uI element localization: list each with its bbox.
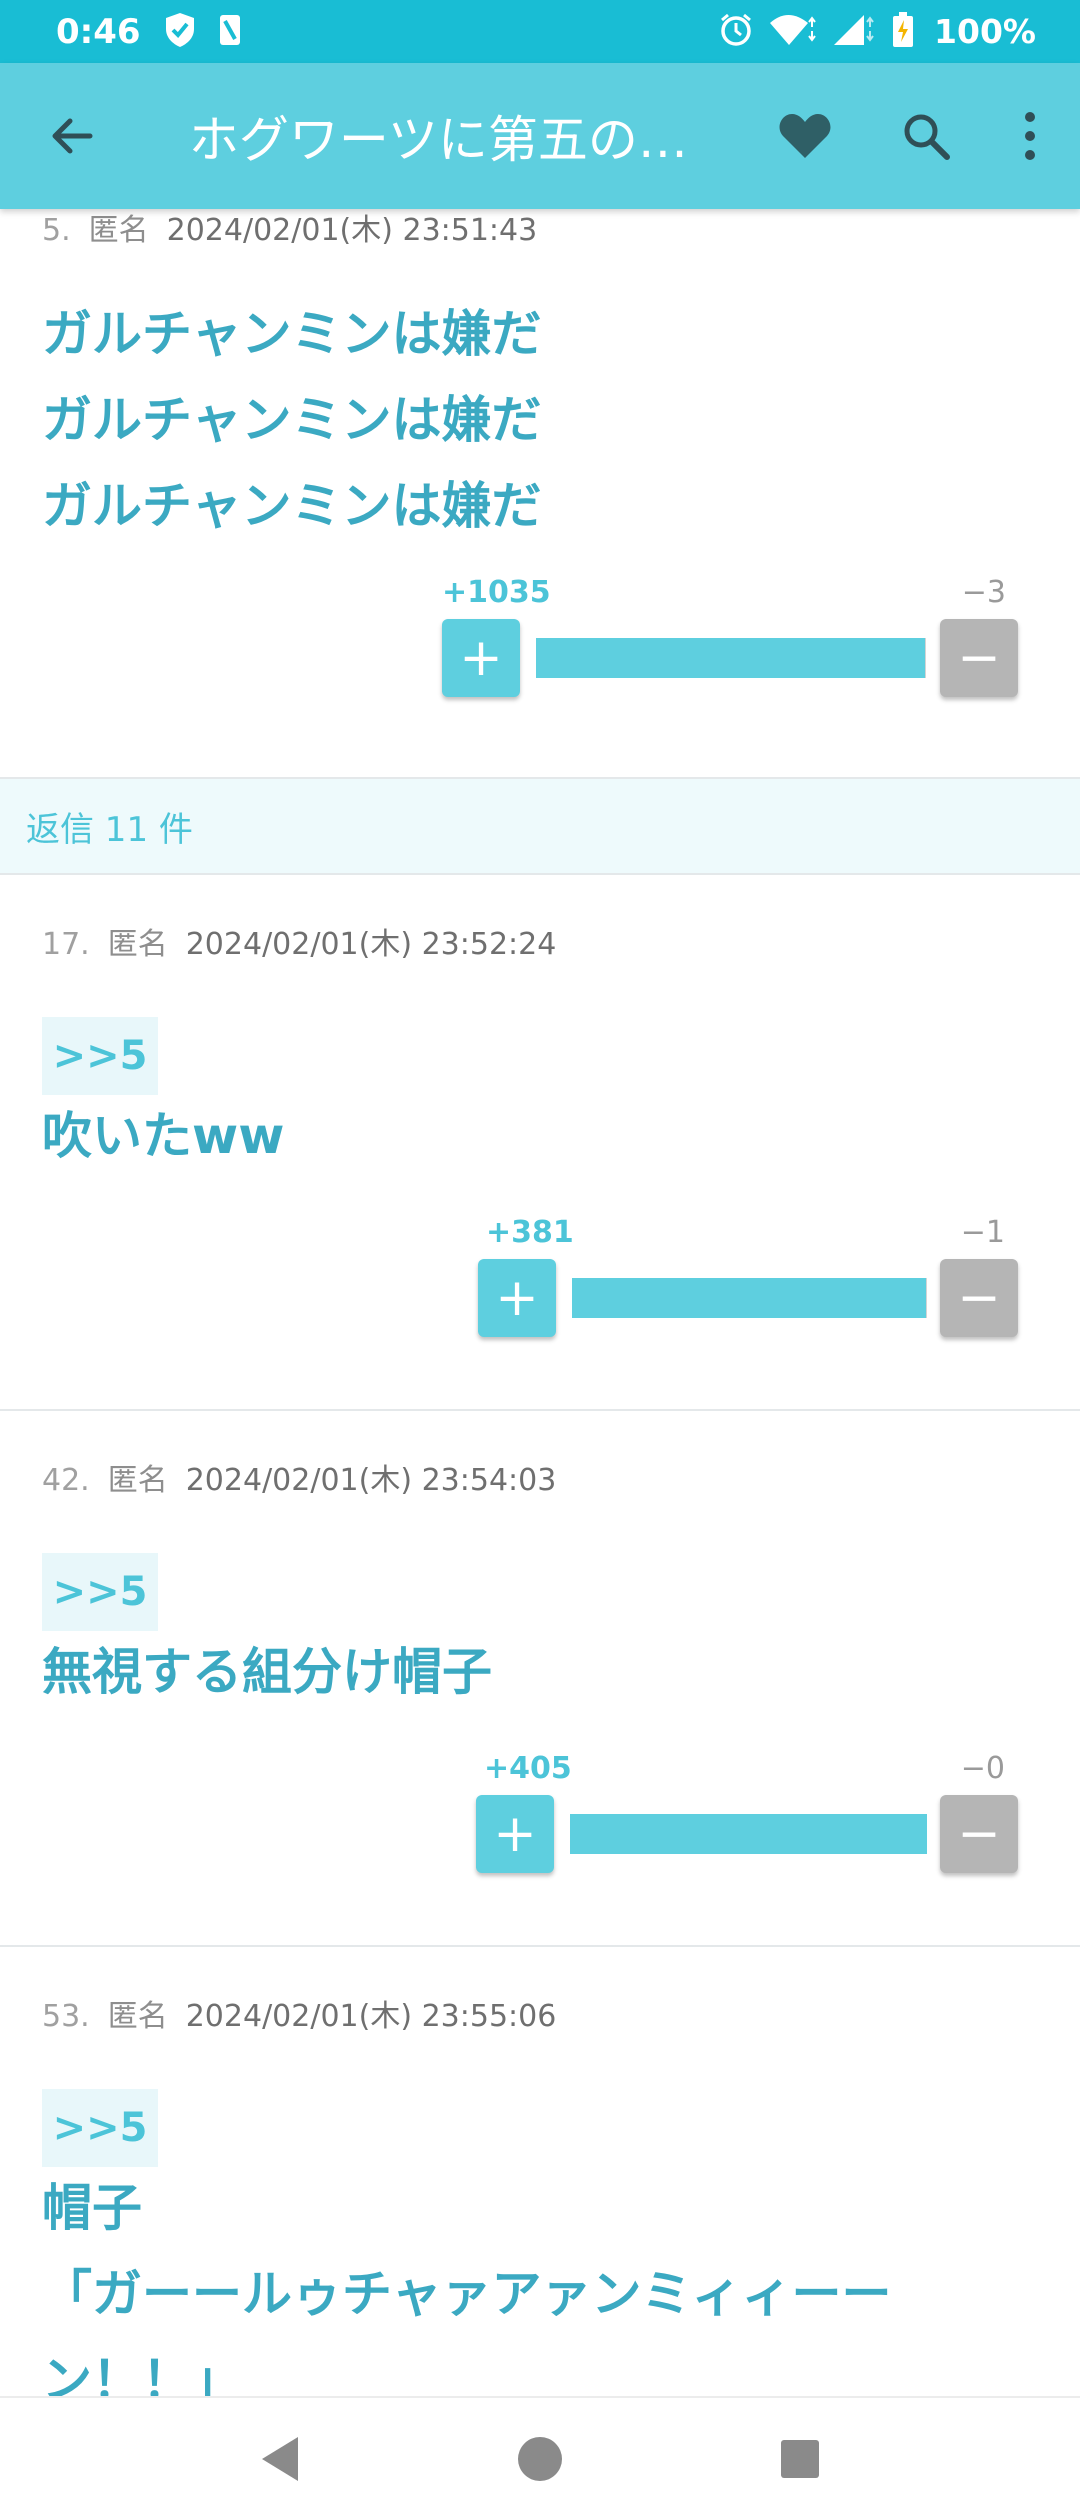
vote-bar: [536, 638, 926, 678]
favorite-button[interactable]: [751, 63, 860, 209]
minus-count: −1: [960, 1215, 1005, 1250]
status-bar: 0:46 100%: [0, 0, 1080, 63]
post-date: 2024/02/01(木) 23:55:06: [185, 1999, 557, 2034]
nav-back-button[interactable]: [230, 2409, 330, 2509]
thread-content[interactable]: 5. 匿名 2024/02/01(木) 23:51:43 ガルチャンミンは嫌だ ガル…: [0, 209, 1080, 2396]
back-button[interactable]: [0, 63, 145, 209]
alarm-icon: [718, 12, 754, 52]
reply-post: 42. 匿名 2024/02/01(木) 23:54:03 >>5 無視する組分け帽…: [0, 1411, 1080, 1947]
page-title: ホグワーツに第五の…: [188, 111, 688, 169]
minus-button[interactable]: −: [940, 619, 1018, 697]
plus-count: +1035: [442, 575, 551, 610]
vote-bar: [570, 1814, 927, 1854]
post-number: 5.: [42, 213, 71, 248]
post-body: 吹いたww: [42, 1107, 285, 1165]
vote-widget: +1035 −3 + −: [442, 575, 1022, 697]
battery-percent: 100%: [934, 12, 1036, 51]
vote-bar-fill: [570, 1814, 927, 1854]
post-author: 匿名: [107, 1463, 168, 1498]
vote-bar-fill: [572, 1278, 927, 1318]
status-time: 0:46: [56, 11, 141, 52]
post-body: ガルチャンミンは嫌だ ガルチャンミンは嫌だ ガルチャンミンは嫌だ: [42, 305, 542, 535]
post-date: 2024/02/01(木) 23:52:24: [185, 927, 557, 962]
plus-button[interactable]: +: [478, 1259, 556, 1337]
minus-button[interactable]: −: [940, 1795, 1018, 1873]
minus-count: −0: [960, 1751, 1005, 1786]
replies-header: 返信 11 件: [0, 779, 1080, 875]
plus-button[interactable]: +: [476, 1795, 554, 1873]
minus-count: −3: [961, 575, 1006, 610]
recents-square-icon: [781, 2440, 819, 2478]
signal-icon: [832, 13, 878, 51]
vote-widget: +381 −1 + −: [478, 1215, 1023, 1337]
plus-count: +405: [484, 1751, 572, 1786]
vote-widget: +405 −0 + −: [476, 1751, 1023, 1873]
post-meta: 53. 匿名 2024/02/01(木) 23:55:06: [42, 1991, 556, 2035]
plus-count: +381: [486, 1215, 574, 1250]
back-triangle-icon: [262, 2437, 298, 2481]
battery-icon: [892, 11, 914, 52]
shield-icon: [163, 11, 197, 53]
wifi-icon: [768, 13, 818, 51]
post-author: 匿名: [88, 213, 149, 248]
post-number: 17.: [42, 927, 90, 962]
post-meta: 17. 匿名 2024/02/01(木) 23:52:24: [42, 919, 556, 963]
more-vert-icon: [1025, 112, 1036, 160]
post-author: 匿名: [107, 1999, 168, 2034]
sim-icon: [217, 13, 243, 51]
replies-count: 返信 11 件: [26, 809, 193, 850]
vote-bar-fill: [536, 638, 925, 678]
post-date: 2024/02/01(木) 23:54:03: [185, 1463, 557, 1498]
post-body: 無視する組分け帽子: [42, 1643, 492, 1701]
search-icon: [904, 114, 951, 160]
search-button[interactable]: [872, 63, 981, 209]
nav-recents-button[interactable]: [750, 2409, 850, 2509]
post-meta: 42. 匿名 2024/02/01(木) 23:54:03: [42, 1455, 556, 1499]
main-post: 5. 匿名 2024/02/01(木) 23:51:43 ガルチャンミンは嫌だ ガル…: [0, 209, 1080, 779]
reply-anchor-link[interactable]: >>5: [42, 1553, 158, 1631]
post-number: 42.: [42, 1463, 90, 1498]
home-circle-icon: [518, 2437, 562, 2481]
post-date: 2024/02/01(木) 23:51:43: [166, 213, 538, 248]
post-number: 53.: [42, 1999, 90, 2034]
post-author: 匿名: [107, 927, 168, 962]
arrow-back-icon: [52, 118, 93, 154]
heart-icon: [779, 114, 831, 158]
system-nav-bar: [0, 2396, 1080, 2520]
post-body: 帽子 「ガーールゥチャァアァンミィィーー ン！！」: [42, 2179, 892, 2396]
reply-anchor-link[interactable]: >>5: [42, 1017, 158, 1095]
app-bar: ホグワーツに第五の…: [0, 63, 1080, 209]
more-options-button[interactable]: [981, 63, 1080, 209]
minus-button[interactable]: −: [940, 1259, 1018, 1337]
reply-post: 17. 匿名 2024/02/01(木) 23:52:24 >>5 吹いたww +3…: [0, 875, 1080, 1411]
post-meta: 5. 匿名 2024/02/01(木) 23:51:43: [42, 209, 537, 249]
plus-button[interactable]: +: [442, 619, 520, 697]
reply-anchor-link[interactable]: >>5: [42, 2089, 158, 2167]
vote-bar: [572, 1278, 927, 1318]
nav-home-button[interactable]: [490, 2409, 590, 2509]
app-screen: 0:46 100% ホグワーツに第五の… 5. 匿名 2024/02/01(木)…: [0, 0, 1080, 2520]
reply-post: 53. 匿名 2024/02/01(木) 23:55:06 >>5 帽子 「ガーール…: [0, 1947, 1080, 2396]
